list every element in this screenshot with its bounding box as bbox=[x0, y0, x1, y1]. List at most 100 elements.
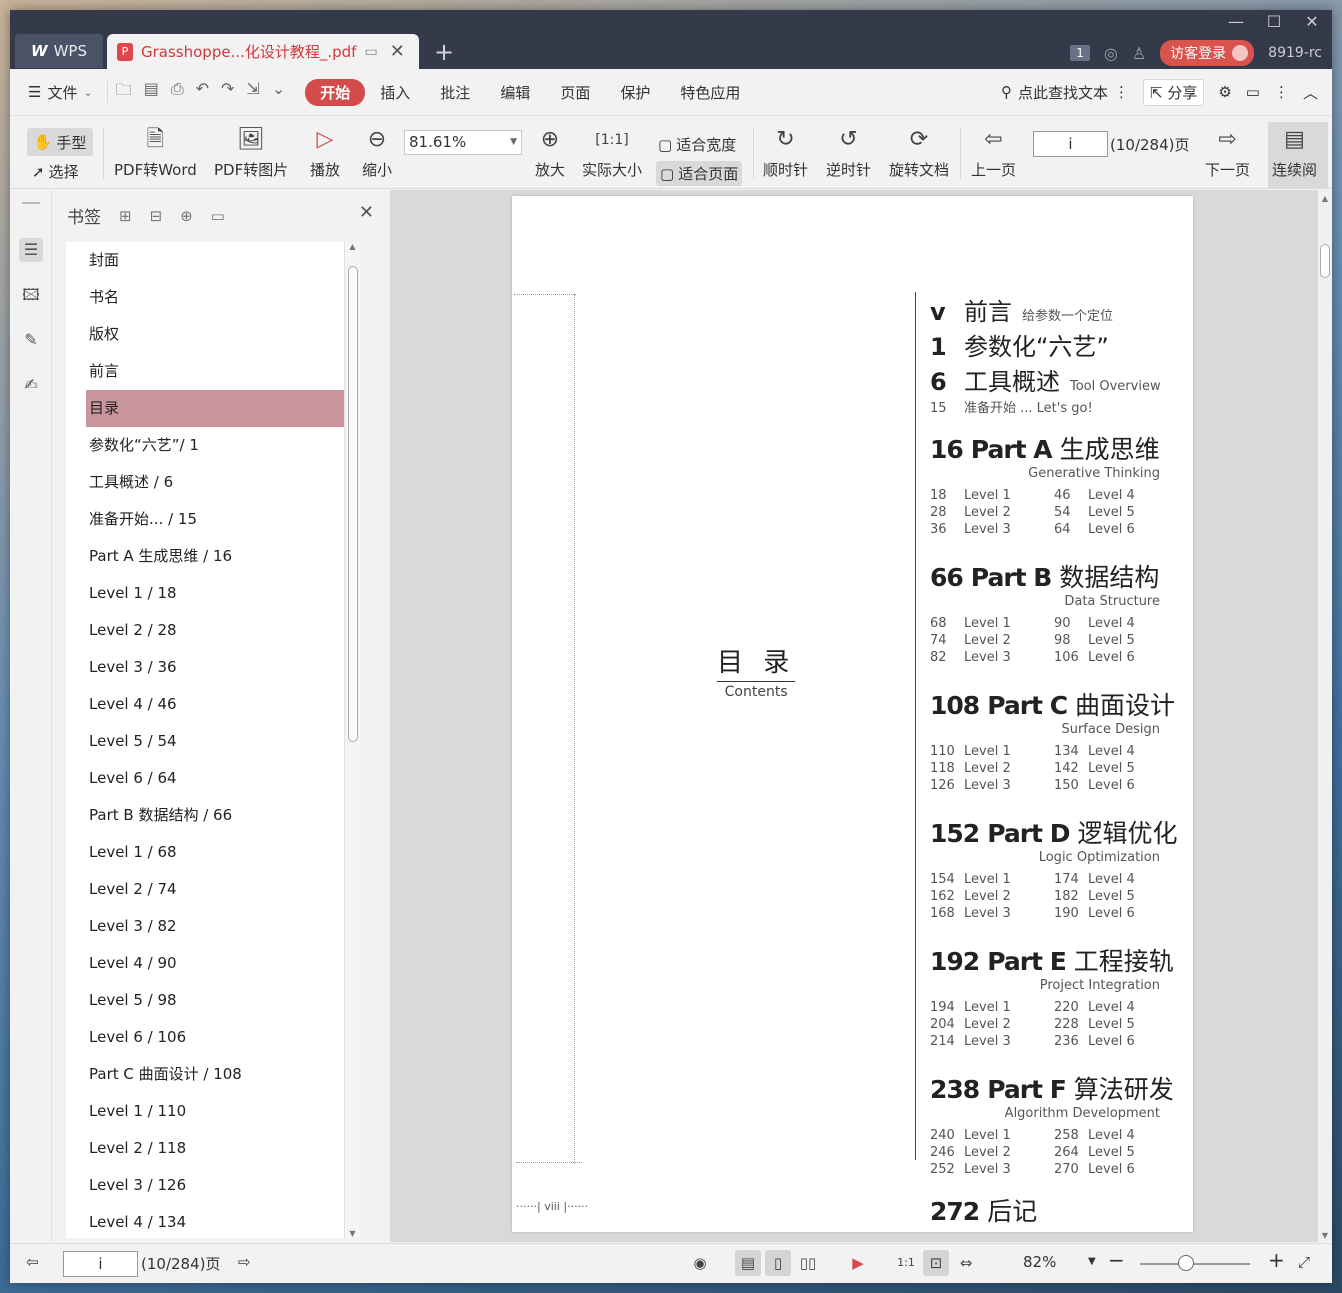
tab-protect[interactable]: 保护 bbox=[605, 79, 665, 106]
thumbnail-icon[interactable]: 🖾 bbox=[19, 283, 43, 307]
more-icon[interactable]: ⋮ bbox=[1274, 83, 1289, 101]
bookmark-item[interactable]: Part C 曲面设计 / 108 bbox=[66, 1056, 360, 1093]
add-bookmark-icon[interactable]: ⊕ bbox=[180, 207, 193, 225]
scroll-thumb[interactable] bbox=[348, 266, 358, 742]
open-folder-icon[interactable]: 🗀 bbox=[116, 79, 132, 106]
fit-page-icon[interactable]: ⊡ bbox=[923, 1250, 949, 1276]
continuous-read-button[interactable]: ▤ 连续阅 bbox=[1268, 122, 1328, 188]
tab-edit[interactable]: 编辑 bbox=[485, 79, 545, 106]
bookmark-item[interactable]: Level 3 / 36 bbox=[66, 649, 360, 686]
tab-document[interactable]: P Grasshoppe...化设计教程_.pdf ▭ ✕ bbox=[107, 34, 419, 69]
find-text-button[interactable]: ⚲ 点此查找文本 ⋮ bbox=[1001, 82, 1129, 103]
monitor-icon[interactable]: ▭ bbox=[364, 44, 377, 60]
hand-tool-button[interactable]: ✋ 手型 bbox=[27, 128, 93, 156]
next-page-button[interactable]: ⇨ 下一页 bbox=[1205, 125, 1250, 180]
fit-page-button[interactable]: ▢ 适合页面 bbox=[656, 161, 743, 186]
new-tab-button[interactable]: + bbox=[434, 38, 454, 66]
close-panel-icon[interactable]: ✕ bbox=[359, 202, 374, 223]
next-page-icon[interactable]: ⇨ bbox=[238, 1253, 251, 1271]
bookmark-item[interactable]: 书名 bbox=[66, 279, 360, 316]
bookmark-item[interactable]: Part B 数据结构 / 66 bbox=[66, 797, 360, 834]
shirt-icon[interactable]: ♙ bbox=[1132, 44, 1146, 63]
skin-icon[interactable]: ◎ bbox=[1104, 44, 1118, 63]
prev-page-button[interactable]: ⇦ 上一页 bbox=[971, 125, 1016, 180]
fullscreen-icon[interactable]: ⤢ bbox=[1298, 1253, 1310, 1271]
rotate-ccw-button[interactable]: ↺ 逆时针 bbox=[826, 125, 871, 180]
document-scrollbar[interactable]: ▲ ▼ bbox=[1318, 190, 1332, 1242]
continuous-mode-icon[interactable]: ▤ bbox=[735, 1250, 761, 1276]
rotate-document-button[interactable]: ⟳ 旋转文档 bbox=[889, 125, 949, 180]
bookmark-item[interactable]: 封面 bbox=[66, 242, 360, 279]
bookmark-item[interactable]: Level 1 / 68 bbox=[66, 834, 360, 871]
two-page-icon[interactable]: ▯▯ bbox=[795, 1250, 821, 1276]
bookmark-item[interactable]: Level 2 / 74 bbox=[66, 871, 360, 908]
bookmark-item[interactable]: Level 5 / 98 bbox=[66, 982, 360, 1019]
zoom-slider[interactable] bbox=[1140, 1263, 1250, 1265]
actual-size-button[interactable]: [1:1] 实际大小 bbox=[582, 125, 642, 180]
bookmark-item[interactable]: Level 1 / 18 bbox=[66, 575, 360, 612]
more-dropdown-icon[interactable]: ⌄ bbox=[272, 79, 285, 106]
expand-all-icon[interactable]: ⊞ bbox=[119, 207, 132, 225]
bookmark-item[interactable]: 前言 bbox=[66, 353, 360, 390]
gear-icon[interactable]: ⚙ bbox=[1218, 83, 1231, 101]
status-page-input[interactable]: i bbox=[63, 1251, 138, 1277]
login-button[interactable]: 访客登录 bbox=[1160, 40, 1255, 66]
scroll-down-icon[interactable]: ▼ bbox=[1318, 1231, 1332, 1240]
bookmark-item[interactable]: Level 6 / 106 bbox=[66, 1019, 360, 1056]
tab-insert[interactable]: 插入 bbox=[365, 79, 425, 106]
scroll-thumb[interactable] bbox=[1320, 244, 1330, 278]
actual-size-icon[interactable]: 1:1 bbox=[893, 1250, 919, 1276]
bookmark-item[interactable]: 版权 bbox=[66, 316, 360, 353]
bookmark-item[interactable]: 工具概述 / 6 bbox=[66, 464, 360, 501]
window-count-badge[interactable]: 1 bbox=[1070, 45, 1090, 61]
undo-icon[interactable]: ↶ bbox=[196, 79, 209, 106]
select-tool-button[interactable]: ➚ 选择 bbox=[32, 161, 79, 182]
bookmark-item[interactable]: Level 5 / 54 bbox=[66, 723, 360, 760]
bookmark-item[interactable]: 准备开始... / 15 bbox=[66, 501, 360, 538]
bookmark-item[interactable]: Level 4 / 134 bbox=[66, 1204, 360, 1238]
zoom-out-button[interactable]: ⊖ 缩小 bbox=[362, 125, 392, 180]
scroll-up-icon[interactable]: ▲ bbox=[1318, 194, 1332, 203]
single-page-icon[interactable]: ▯ bbox=[765, 1250, 791, 1276]
bookmark-panel-icon[interactable]: ☰ bbox=[19, 238, 43, 262]
comment-icon[interactable]: ▭ bbox=[1246, 83, 1260, 101]
bookmark-item[interactable]: Level 3 / 126 bbox=[66, 1167, 360, 1204]
print-icon[interactable]: ⎙ bbox=[171, 79, 184, 106]
zoom-slider-knob[interactable] bbox=[1178, 1255, 1194, 1271]
play-button[interactable]: ▷ 播放 bbox=[310, 125, 340, 180]
bookmark-item[interactable]: Level 6 / 64 bbox=[66, 760, 360, 797]
zoom-level[interactable]: 82% bbox=[1023, 1253, 1056, 1271]
rotate-cw-button[interactable]: ↻ 顺时针 bbox=[763, 125, 808, 180]
collapse-ribbon-icon[interactable]: ︿ bbox=[1303, 82, 1318, 103]
scroll-down-icon[interactable]: ▼ bbox=[345, 1229, 360, 1238]
zoom-in-button[interactable]: ⊕ 放大 bbox=[535, 125, 565, 180]
zoom-dropdown-icon[interactable]: ▼ bbox=[1088, 1256, 1096, 1267]
minimize-icon[interactable]: — bbox=[1226, 12, 1246, 31]
save-icon[interactable]: ▤ bbox=[144, 79, 159, 106]
bookmark-item[interactable]: Level 1 / 110 bbox=[66, 1093, 360, 1130]
play-icon[interactable]: ▶ bbox=[845, 1250, 871, 1276]
bookmark-item[interactable]: Level 2 / 118 bbox=[66, 1130, 360, 1167]
pdf-to-word-button[interactable]: 🗎 PDF转Word bbox=[114, 125, 197, 180]
bookmark-item[interactable]: Level 4 / 90 bbox=[66, 945, 360, 982]
zoom-out-icon[interactable]: − bbox=[1108, 1248, 1125, 1272]
eye-protection-icon[interactable]: ◉ bbox=[687, 1250, 713, 1276]
share-button[interactable]: ⇱ 分享 bbox=[1142, 78, 1205, 106]
file-menu[interactable]: ☰ 文件 ⌄ bbox=[28, 82, 93, 103]
export-icon[interactable]: ⇲ bbox=[246, 79, 259, 106]
maximize-icon[interactable]: ☐ bbox=[1264, 12, 1284, 31]
bookmark-item[interactable]: Part A 生成思维 / 16 bbox=[66, 538, 360, 575]
scroll-up-icon[interactable]: ▲ bbox=[345, 242, 360, 251]
pdf-to-image-button[interactable]: 🖼 PDF转图片 bbox=[214, 125, 288, 180]
redo-icon[interactable]: ↷ bbox=[221, 79, 234, 106]
bookmark-item[interactable]: 目录 bbox=[86, 390, 358, 427]
annotation-icon[interactable]: ✎ bbox=[19, 328, 43, 352]
fit-width-icon[interactable]: ⇔ bbox=[953, 1250, 979, 1276]
tab-features[interactable]: 特色应用 bbox=[665, 79, 755, 106]
prev-page-icon[interactable]: ⇦ bbox=[26, 1253, 39, 1271]
bookmark-settings-icon[interactable]: ▭ bbox=[211, 207, 225, 225]
bookmark-item[interactable]: Level 2 / 28 bbox=[66, 612, 360, 649]
bookmark-item[interactable]: 参数化“六艺”/ 1 bbox=[66, 427, 360, 464]
zoom-in-icon[interactable]: + bbox=[1268, 1248, 1285, 1272]
close-window-icon[interactable]: ✕ bbox=[1302, 12, 1322, 31]
